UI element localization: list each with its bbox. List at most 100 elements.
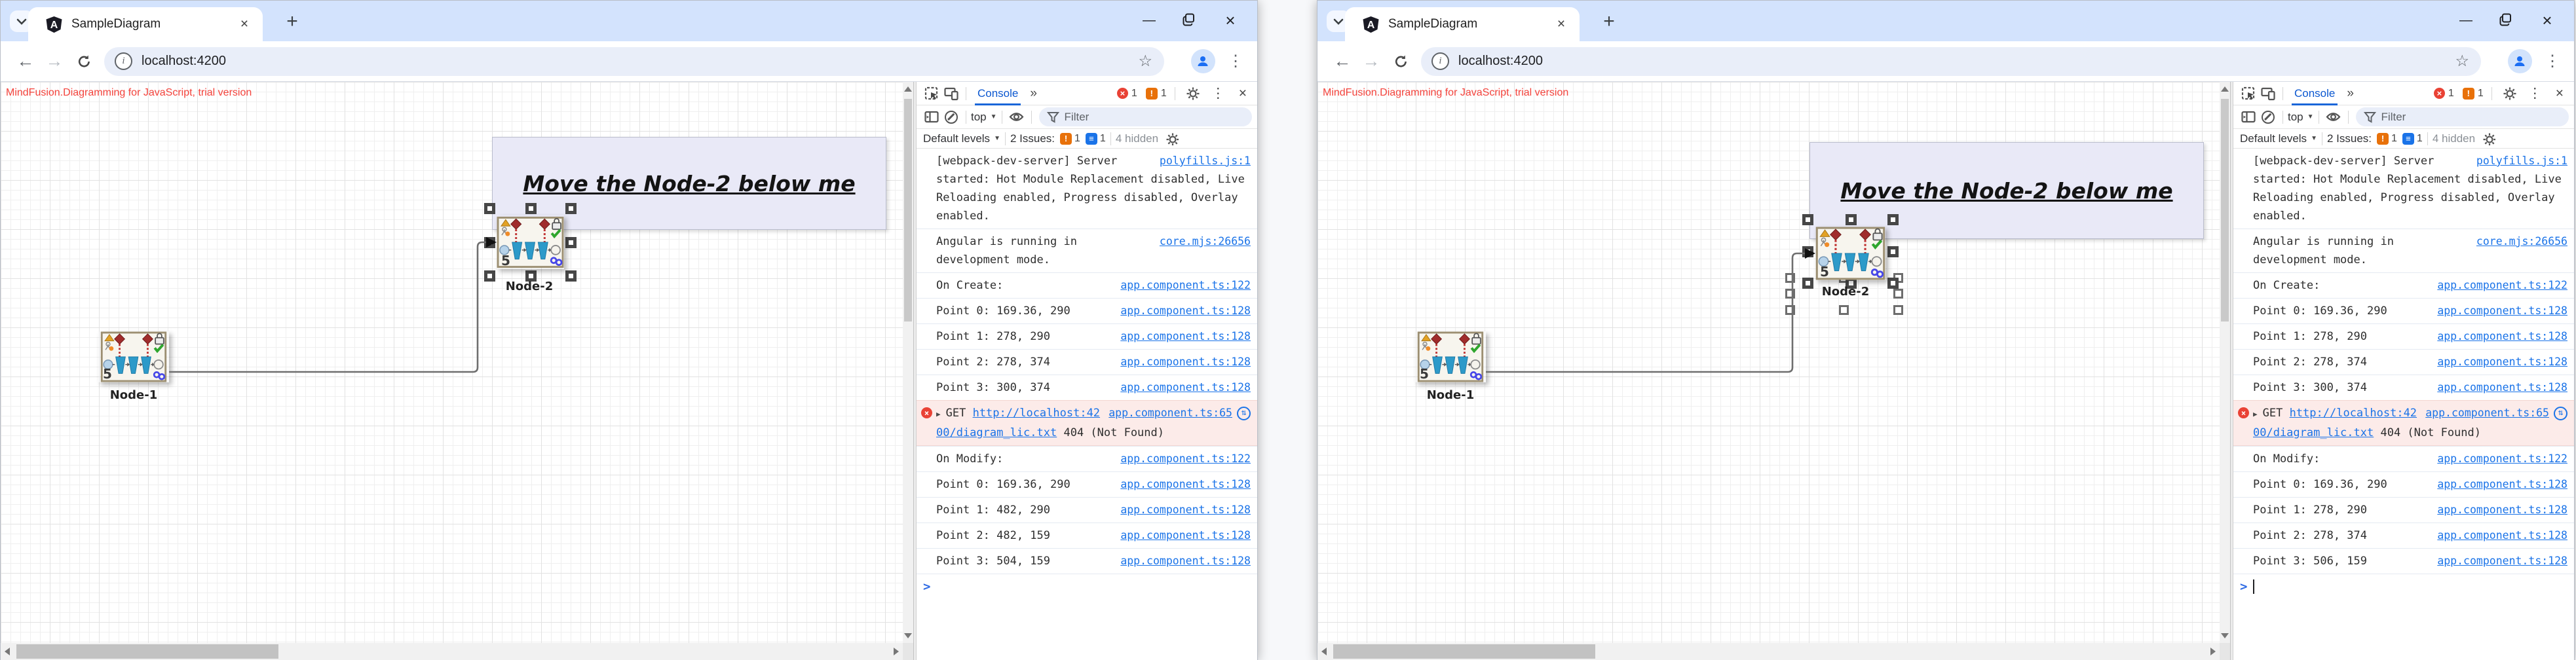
browser-menu-icon[interactable]: ⋮ — [2541, 52, 2564, 71]
devtools-settings-button[interactable] — [1183, 84, 1203, 103]
selection-handle[interactable] — [1887, 246, 1899, 257]
tab-sample-diagram[interactable]: A SampleDiagram × — [1345, 7, 1580, 41]
clear-console-button[interactable] — [941, 108, 961, 126]
console-source-link[interactable]: app.component.ts:128 — [1120, 475, 1251, 494]
warning-badge-icon[interactable]: ! — [2463, 88, 2474, 100]
expand-triangle-icon[interactable]: ▶ — [2253, 410, 2258, 418]
device-toolbar-button[interactable] — [941, 84, 961, 103]
selection-handle[interactable] — [1893, 305, 1903, 315]
console-source-link[interactable]: core.mjs:26656 — [2476, 232, 2567, 251]
live-expression-button[interactable] — [2324, 108, 2343, 126]
scroll-left-arrow[interactable] — [5, 648, 10, 655]
restore-button[interactable] — [1169, 7, 1210, 33]
console-source-link[interactable]: app.component.ts:122 — [1120, 450, 1251, 468]
site-info-icon[interactable]: i — [115, 52, 132, 70]
console-source-link[interactable]: app.component.ts:65 — [2425, 404, 2549, 422]
scroll-down-arrow[interactable] — [2221, 633, 2229, 638]
levels-settings-button[interactable] — [2479, 130, 2499, 148]
diagram-node-1[interactable]: 5 — [1415, 331, 1486, 382]
default-levels-dropdown[interactable]: Default levels — [923, 132, 990, 145]
console-filter-input[interactable]: Filter — [2356, 107, 2569, 126]
tab-sample-diagram[interactable]: A SampleDiagram × — [28, 7, 263, 41]
scroll-right-arrow[interactable] — [2210, 648, 2216, 655]
restore-button[interactable] — [2486, 7, 2527, 33]
diagram-node-2[interactable]: 5 — [1815, 227, 1885, 280]
selection-handle[interactable] — [565, 237, 577, 248]
context-selector[interactable]: top — [2288, 111, 2303, 124]
profile-avatar[interactable] — [2508, 49, 2532, 73]
selection-handle[interactable] — [1893, 289, 1903, 299]
expand-triangle-icon[interactable]: ▶ — [936, 410, 941, 418]
scroll-down-arrow[interactable] — [904, 633, 912, 638]
tab-close-icon[interactable]: × — [235, 15, 254, 33]
console-source-link[interactable]: app.component.ts:128 — [2437, 378, 2567, 397]
scroll-right-arrow[interactable] — [894, 648, 899, 655]
levels-settings-button[interactable] — [1162, 130, 1182, 148]
console-source-link[interactable]: polyfills.js:1 — [1160, 152, 1251, 170]
devtools-close-icon[interactable]: × — [2550, 86, 2569, 101]
selection-handle[interactable] — [1887, 214, 1899, 225]
console-source-link[interactable]: app.component.ts:65 — [1108, 404, 1232, 422]
minimize-button[interactable]: — — [1129, 7, 1169, 33]
selection-handle[interactable] — [1785, 305, 1795, 315]
error-badge-icon[interactable]: × — [2434, 88, 2445, 99]
console-source-link[interactable]: app.component.ts:122 — [2437, 450, 2567, 468]
console-sidebar-button[interactable] — [922, 108, 941, 126]
console-source-link[interactable]: app.component.ts:128 — [2437, 475, 2567, 494]
selection-handle[interactable] — [484, 203, 495, 214]
console-source-link[interactable]: app.component.ts:128 — [1120, 302, 1251, 320]
new-tab-button[interactable]: + — [1595, 10, 1623, 33]
selection-handle[interactable] — [1785, 273, 1795, 283]
console-prompt[interactable]: > — [917, 574, 1257, 599]
scroll-left-arrow[interactable] — [1321, 648, 1327, 655]
show-network-request-icon[interactable]: ⇅ — [2554, 407, 2567, 420]
warning-badge-icon[interactable]: ! — [1146, 88, 1158, 100]
reload-button[interactable] — [1386, 47, 1414, 76]
diagram-node-2[interactable]: 5 — [497, 215, 564, 269]
selection-handle[interactable] — [525, 203, 537, 214]
console-source-link[interactable]: app.component.ts:128 — [1120, 552, 1251, 570]
console-source-link[interactable]: app.component.ts:128 — [2437, 353, 2567, 371]
context-selector[interactable]: top — [971, 111, 987, 124]
devtools-close-icon[interactable]: × — [1234, 86, 1252, 101]
devtools-settings-button[interactable] — [2500, 84, 2520, 103]
scroll-up-arrow[interactable] — [904, 86, 912, 92]
devtools-menu-icon[interactable]: ⋮ — [1206, 85, 1230, 101]
selection-handle[interactable] — [565, 270, 577, 282]
tab-console[interactable]: Console — [971, 82, 1025, 105]
new-tab-button[interactable]: + — [278, 10, 306, 33]
console-source-link[interactable]: app.component.ts:122 — [2437, 276, 2567, 295]
back-button[interactable]: ← — [1328, 47, 1357, 76]
selection-handle[interactable] — [1887, 278, 1899, 289]
reload-button[interactable] — [69, 47, 98, 76]
issues-info-icon[interactable]: ≡ — [2402, 133, 2414, 145]
selection-handle[interactable] — [1802, 246, 1813, 257]
console-source-link[interactable]: app.component.ts:128 — [1120, 378, 1251, 397]
close-button[interactable]: × — [1210, 7, 1251, 33]
bookmark-star-icon[interactable]: ☆ — [2455, 52, 2469, 71]
console-source-link[interactable]: app.component.ts:128 — [1120, 501, 1251, 519]
console-source-link[interactable]: core.mjs:26656 — [1160, 232, 1251, 251]
console-source-link[interactable]: app.component.ts:128 — [2437, 526, 2567, 545]
show-network-request-icon[interactable]: ⇅ — [1237, 407, 1251, 420]
selection-handle[interactable] — [484, 237, 495, 248]
forward-button[interactable]: → — [1357, 47, 1386, 76]
selection-handle[interactable] — [1785, 289, 1795, 299]
profile-avatar[interactable] — [1191, 49, 1215, 73]
diagram-canvas[interactable]: MindFusion.Diagramming for JavaScript, t… — [1317, 82, 2230, 660]
devtools-menu-icon[interactable]: ⋮ — [2523, 85, 2547, 101]
console-source-link[interactable]: app.component.ts:128 — [1120, 526, 1251, 545]
vertical-scrollbar[interactable] — [903, 82, 913, 643]
console-source-link[interactable]: app.component.ts:122 — [1120, 276, 1251, 295]
close-button[interactable]: × — [2527, 7, 2567, 33]
more-tabs-icon[interactable]: » — [1025, 86, 1042, 101]
horizontal-scrollbar[interactable] — [1, 643, 903, 660]
vertical-scroll-thumb[interactable] — [2221, 99, 2229, 321]
issues-warning-icon[interactable]: ! — [1060, 133, 1072, 145]
issues-warning-icon[interactable]: ! — [2377, 133, 2389, 145]
diagram-canvas[interactable]: MindFusion.Diagramming for JavaScript, t… — [1, 82, 913, 660]
console-source-link[interactable]: app.component.ts:128 — [2437, 327, 2567, 346]
console-source-link[interactable]: app.component.ts:128 — [2437, 552, 2567, 570]
console-filter-input[interactable]: Filter — [1039, 107, 1252, 126]
bookmark-star-icon[interactable]: ☆ — [1138, 52, 1152, 71]
